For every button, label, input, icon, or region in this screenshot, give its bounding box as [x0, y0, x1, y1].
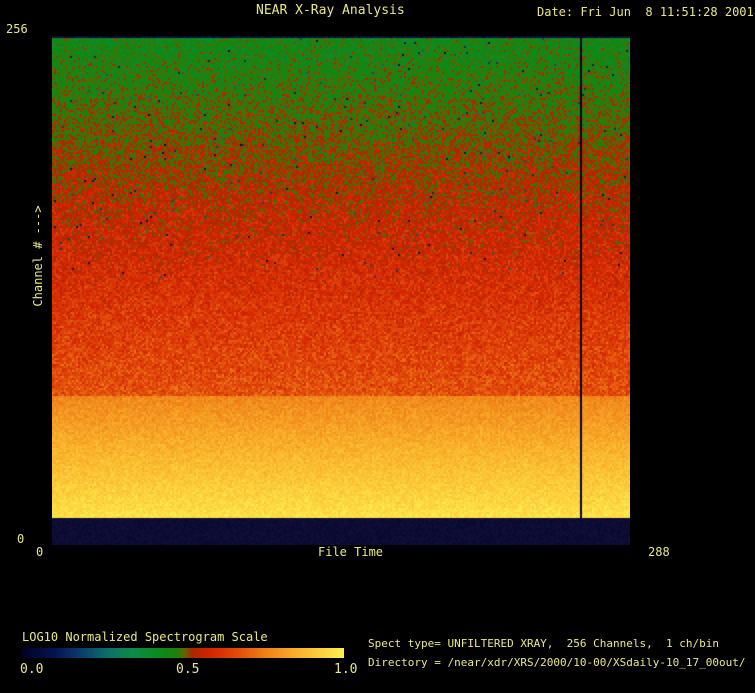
y-axis-max-label: 256	[6, 22, 28, 36]
colorbar-tick-1: 1.0	[334, 662, 358, 677]
colorbar-canvas	[22, 648, 344, 658]
near-xray-analysis-window: NEAR X-Ray Analysis Date: Fri Jun 8 11:5…	[0, 0, 755, 693]
spect-type-label: Spect type= UNFILTERED XRAY, 256 Channel…	[368, 637, 719, 650]
x-axis-min-label: 0	[36, 545, 44, 559]
spectrogram-canvas	[52, 36, 630, 545]
y-axis-min-label: 0	[17, 532, 25, 546]
page-title: NEAR X-Ray Analysis	[256, 3, 405, 18]
colorbar-tick-05: 0.5	[176, 662, 200, 677]
date-label: Date: Fri Jun 8 11:51:28 2001	[537, 5, 754, 19]
x-axis-max-label: 288	[648, 545, 670, 559]
directory-label: Directory = /near/xdr/XRS/2000/10-00/XSd…	[368, 656, 746, 669]
y-axis-title: Channel # --->	[31, 205, 45, 307]
x-axis-title: File Time	[318, 545, 384, 559]
colorbar-title: LOG10 Normalized Spectrogram Scale	[22, 630, 268, 644]
colorbar-tick-0: 0.0	[20, 662, 44, 677]
